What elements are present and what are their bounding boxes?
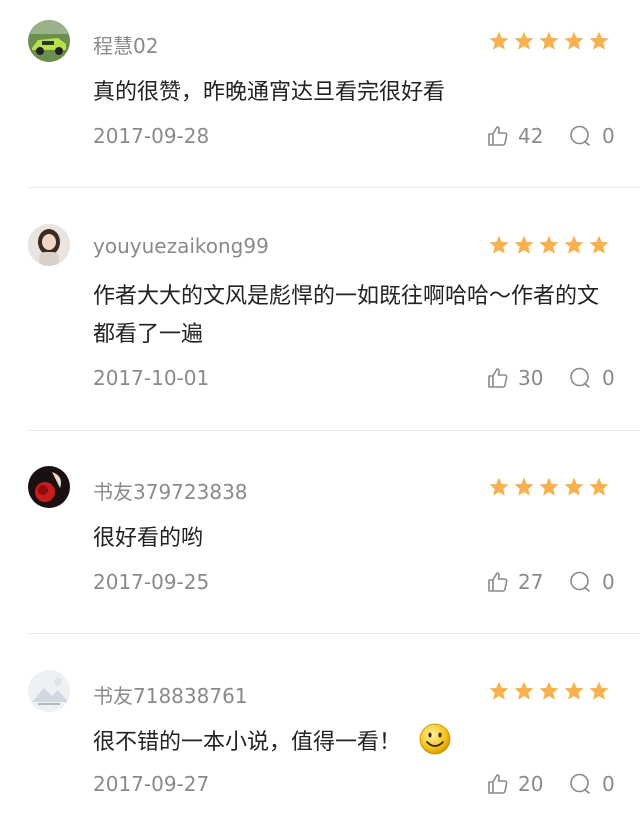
comment-item: 程慧02 真的很赞，昨晚通宵达旦看完很好看 2017-09-28 42 0 xyxy=(0,0,640,188)
avatar[interactable] xyxy=(28,670,70,712)
like-count: 30 xyxy=(518,366,544,390)
comment-bubble-icon xyxy=(568,366,592,390)
star-icon xyxy=(564,31,584,50)
comment-meta: 2017-09-27 20 0 xyxy=(0,772,640,800)
username[interactable]: 书友379723838 xyxy=(93,476,248,505)
star-icon xyxy=(539,31,559,50)
star-icon xyxy=(589,31,609,50)
comment-item: youyuezaikong99 作者大大的文风是彪悍的一如既往啊哈哈～作者的文都… xyxy=(0,204,640,431)
comment-text: 作者大大的文风是彪悍的一如既往啊哈哈～作者的文都看了一遍 xyxy=(93,284,600,347)
thumbs-up-icon xyxy=(486,772,510,796)
thumbs-up-icon xyxy=(486,124,510,148)
reply-button[interactable]: 0 xyxy=(568,124,615,148)
girl-avatar-image xyxy=(28,224,70,266)
comment-meta: 2017-09-28 42 0 xyxy=(0,124,640,152)
comment-date: 2017-09-27 xyxy=(93,772,210,796)
thumbs-up-icon xyxy=(486,570,510,594)
star-icon xyxy=(514,681,534,700)
reply-count: 0 xyxy=(602,366,615,390)
username[interactable]: 程慧02 xyxy=(93,30,158,59)
star-icon xyxy=(489,681,509,700)
like-count: 42 xyxy=(518,124,544,148)
car-avatar-image xyxy=(28,20,70,62)
avatar[interactable] xyxy=(28,20,70,62)
comment-text: 很不错的一本小说，值得一看！ xyxy=(93,723,603,762)
star-icon xyxy=(539,477,559,496)
avatar[interactable] xyxy=(28,224,70,266)
star-icon xyxy=(589,681,609,700)
comment-text: 真的很赞，昨晚通宵达旦看完很好看 xyxy=(93,80,446,105)
star-icon xyxy=(589,477,609,496)
comment-bubble-icon xyxy=(568,124,592,148)
star-icon xyxy=(564,235,584,254)
star-icon xyxy=(489,477,509,496)
comment-item: 书友379723838 很好看的哟 2017-09-25 27 0 xyxy=(0,446,640,634)
reply-count: 0 xyxy=(602,124,615,148)
like-button[interactable]: 42 xyxy=(486,124,543,148)
divider xyxy=(28,633,640,634)
comment-date: 2017-10-01 xyxy=(93,366,210,390)
reply-button[interactable]: 0 xyxy=(568,570,615,594)
divider xyxy=(28,187,640,188)
star-icon xyxy=(564,681,584,700)
like-button[interactable]: 30 xyxy=(486,366,543,390)
reply-count: 0 xyxy=(602,772,615,796)
like-button[interactable]: 27 xyxy=(486,570,543,594)
star-icon xyxy=(514,235,534,254)
reply-button[interactable]: 0 xyxy=(568,366,615,390)
username[interactable]: 书友718838761 xyxy=(93,680,248,709)
username[interactable]: youyuezaikong99 xyxy=(93,234,269,258)
star-icon xyxy=(489,31,509,50)
reply-button[interactable]: 0 xyxy=(568,772,615,796)
comment-meta: 2017-09-25 27 0 xyxy=(0,570,640,598)
star-icon xyxy=(539,681,559,700)
comment-text: 很好看的哟 xyxy=(93,526,204,551)
comment-bubble-icon xyxy=(568,570,592,594)
like-count: 20 xyxy=(518,772,544,796)
comment-bubble-icon xyxy=(568,772,592,796)
smiley-face-icon xyxy=(419,723,451,755)
star-icon xyxy=(564,477,584,496)
comment-date: 2017-09-28 xyxy=(93,124,210,148)
like-count: 27 xyxy=(518,570,544,594)
star-icon xyxy=(514,477,534,496)
comment-item: 书友718838761 很不错的一本小说，值得一看！ 2017-09-27 20… xyxy=(0,650,640,815)
star-icon xyxy=(589,235,609,254)
rating-stars xyxy=(488,476,610,498)
star-icon xyxy=(489,235,509,254)
rating-stars xyxy=(488,234,610,256)
comment-list: 程慧02 真的很赞，昨晚通宵达旦看完很好看 2017-09-28 42 0 yo… xyxy=(0,0,640,815)
star-icon xyxy=(514,31,534,50)
reply-count: 0 xyxy=(602,570,615,594)
comment-meta: 2017-10-01 30 0 xyxy=(0,366,640,394)
comment-text-content: 很不错的一本小说，值得一看！ xyxy=(93,730,402,755)
default-avatar-image xyxy=(28,670,70,712)
like-button[interactable]: 20 xyxy=(486,772,543,796)
divider xyxy=(28,430,640,431)
rating-stars xyxy=(488,30,610,52)
thumbs-up-icon xyxy=(486,366,510,390)
rating-stars xyxy=(488,680,610,702)
comment-date: 2017-09-25 xyxy=(93,570,210,594)
rose-avatar-image xyxy=(28,466,70,508)
avatar[interactable] xyxy=(28,466,70,508)
star-icon xyxy=(539,235,559,254)
